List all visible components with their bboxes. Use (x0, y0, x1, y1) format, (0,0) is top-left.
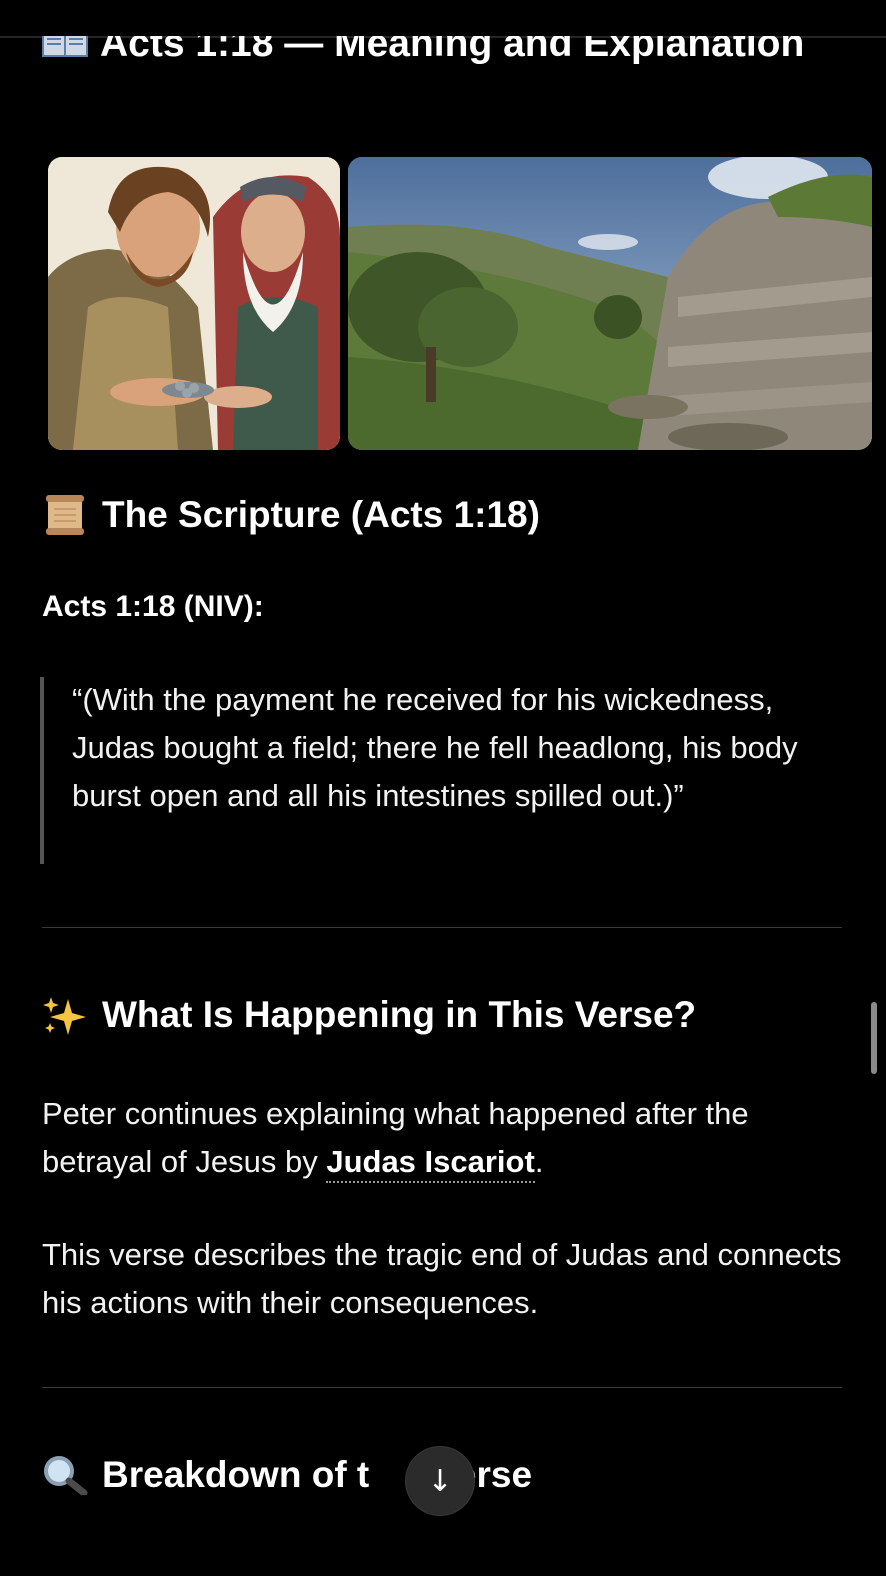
page-title-text: Acts 1:18 — Meaning and Explanation (100, 22, 805, 65)
section-divider (42, 927, 842, 928)
happening-heading: What Is Happening in This Verse? (42, 992, 696, 1038)
breakdown-heading-left: Breakdown of t (102, 1454, 370, 1495)
happening-heading-text: What Is Happening in This Verse? (102, 994, 697, 1035)
judas-iscariot-link[interactable]: Judas Iscariot (326, 1144, 535, 1183)
verse-reference: Acts 1:18 (NIV): (42, 590, 264, 623)
happening-paragraph-1: Peter continues explaining what happened… (42, 1090, 842, 1186)
blockquote-bar (40, 677, 44, 864)
judas-coins-illustration[interactable] (48, 157, 340, 450)
field-landscape-photo[interactable] (348, 157, 872, 450)
page-title: Acts 1:18 — Meaning and Explanation (42, 22, 822, 74)
scroll-icon (42, 495, 88, 535)
magnifying-glass-icon (42, 1455, 88, 1495)
section-divider (42, 1387, 842, 1388)
scripture-heading: The Scripture (Acts 1:18) (42, 492, 540, 538)
paragraph-text-end: . (534, 1144, 544, 1179)
scripture-heading-text: The Scripture (Acts 1:18) (102, 494, 540, 535)
verse-quote: “(With the payment he received for his w… (72, 682, 798, 813)
sparkles-icon (42, 995, 88, 1035)
arrow-down-icon: ↓ (427, 1463, 453, 1499)
scroll-down-button[interactable]: ↓ (406, 1447, 474, 1515)
open-book-icon (42, 36, 88, 58)
scrollbar-thumb[interactable] (871, 1002, 877, 1074)
happening-paragraph-2: This verse describes the tragic end of J… (42, 1237, 842, 1320)
